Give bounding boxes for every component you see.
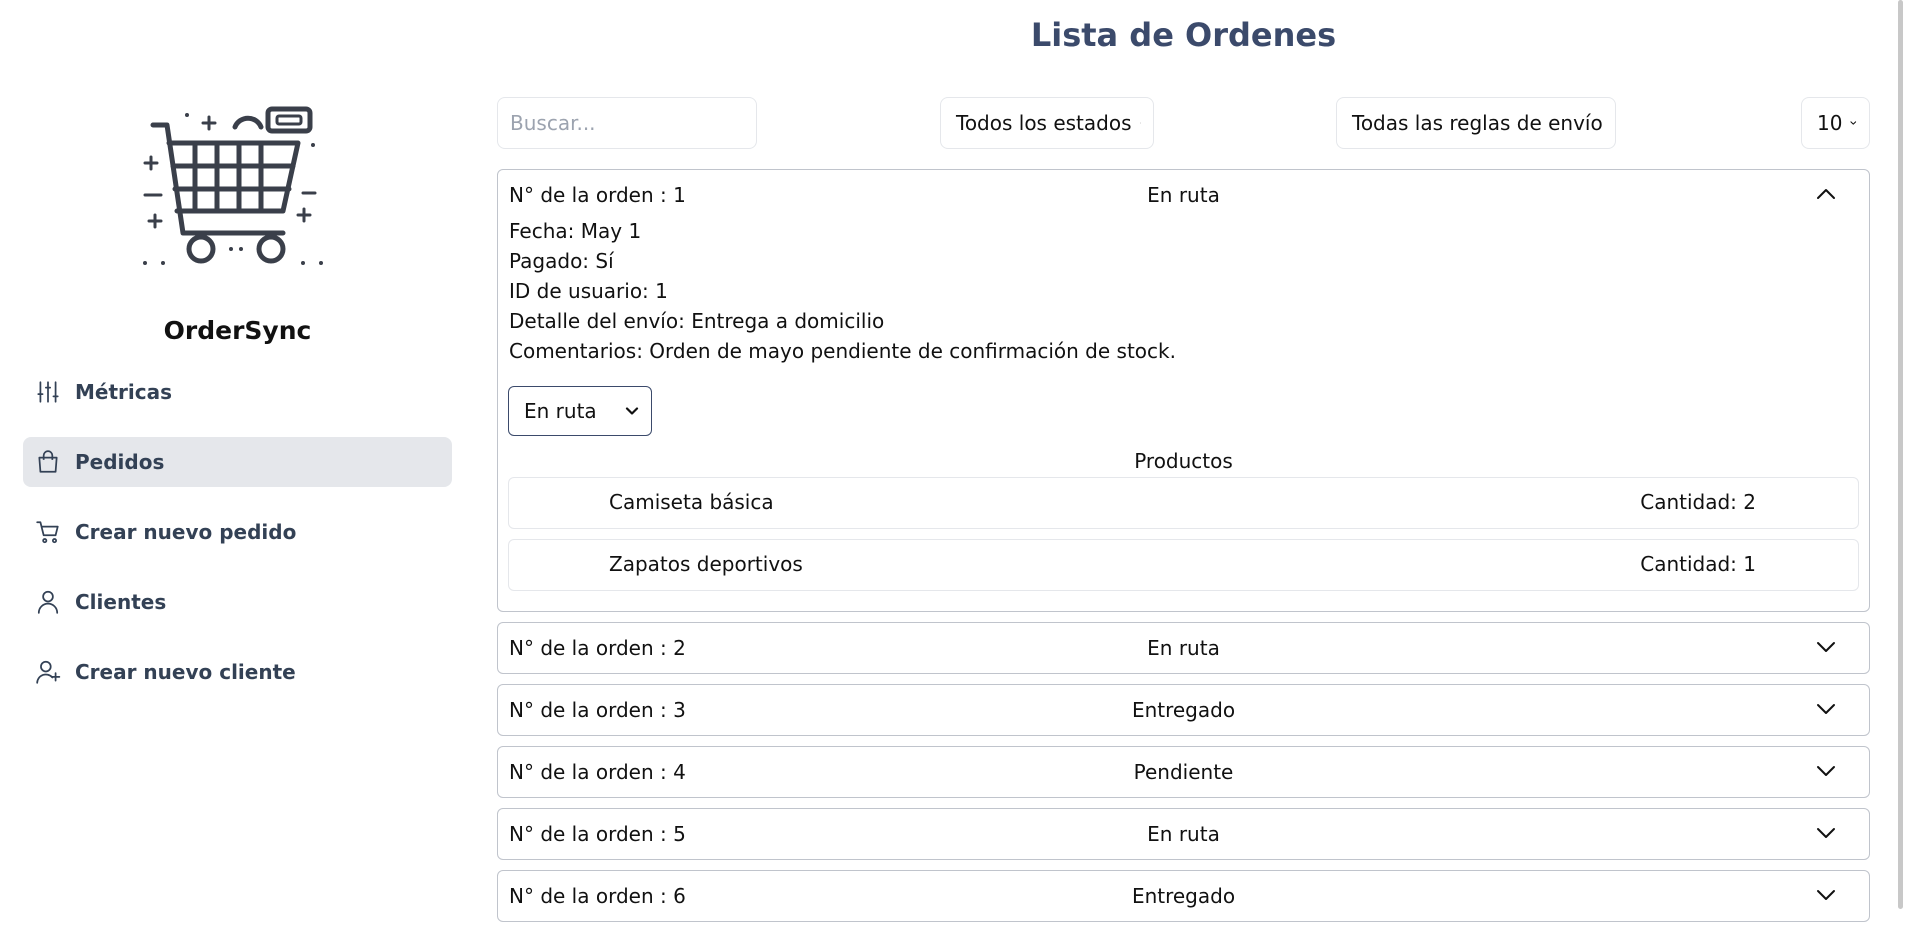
- chevron-down-icon[interactable]: [1815, 887, 1837, 903]
- sidebar-item-clientes[interactable]: Clientes: [23, 577, 452, 627]
- main-content: Lista de Ordenes Todos los estados Todas…: [497, 0, 1870, 922]
- order-card[interactable]: N° de la orden : 5 En ruta: [497, 808, 1870, 860]
- search-input[interactable]: [497, 97, 757, 149]
- order-status-select-value: En ruta: [524, 399, 597, 423]
- shopping-cart-logo-icon: [143, 106, 323, 265]
- order-header[interactable]: N° de la orden : 4 Pendiente: [498, 747, 1869, 797]
- order-status: En ruta: [1147, 183, 1220, 207]
- order-comments: Comentarios: Orden de mayo pendiente de …: [509, 339, 1176, 363]
- order-header[interactable]: N° de la orden : 1 En ruta: [498, 170, 1869, 216]
- sidebar-item-label: Crear nuevo pedido: [75, 520, 297, 544]
- sidebar-item-crear-pedido[interactable]: Crear nuevo pedido: [23, 507, 452, 557]
- page-title: Lista de Ordenes: [1030, 16, 1337, 54]
- order-status: En ruta: [1147, 822, 1220, 846]
- order-card[interactable]: N° de la orden : 4 Pendiente: [497, 746, 1870, 798]
- sliders-icon: [37, 381, 59, 403]
- filters-bar: Todos los estados Todas las reglas de en…: [497, 97, 1870, 149]
- cart-icon: [36, 521, 59, 544]
- order-header[interactable]: N° de la orden : 6 Entregado: [498, 871, 1869, 921]
- page-size-select[interactable]: 10: [1801, 97, 1870, 149]
- chevron-down-icon: [1139, 122, 1141, 124]
- product-quantity: Cantidad: 2: [1640, 490, 1756, 514]
- order-details: Fecha: May 1 Pagado: Sí ID de usuario: 1…: [498, 216, 1869, 366]
- products-list: Camiseta básica Cantidad: 2 Zapatos depo…: [498, 477, 1869, 611]
- sidebar-nav: Métricas Pedidos Crear nuevo pedido Clie…: [23, 367, 452, 717]
- user-icon: [37, 590, 59, 614]
- order-header[interactable]: N° de la orden : 5 En ruta: [498, 809, 1869, 859]
- sidebar-item-label: Pedidos: [75, 450, 165, 474]
- order-date: Fecha: May 1: [509, 219, 642, 243]
- order-status: Entregado: [1131, 698, 1236, 722]
- product-name: Zapatos deportivos: [609, 552, 803, 576]
- status-filter-select[interactable]: Todos los estados: [940, 97, 1154, 149]
- order-paid: Pagado: Sí: [509, 249, 614, 273]
- order-card[interactable]: N° de la orden : 2 En ruta: [497, 622, 1870, 674]
- sidebar-item-metricas[interactable]: Métricas: [23, 367, 452, 417]
- order-status: Pendiente: [1133, 760, 1234, 784]
- order-card-expanded: N° de la orden : 1 En ruta Fecha: May 1 …: [497, 169, 1870, 612]
- shopping-bag-icon: [38, 450, 58, 473]
- orders-list: N° de la orden : 1 En ruta Fecha: May 1 …: [497, 169, 1870, 932]
- products-title: Productos: [1134, 449, 1233, 473]
- chevron-down-icon[interactable]: [1815, 763, 1837, 779]
- order-status: En ruta: [1147, 636, 1220, 660]
- sidebar: OrderSync Métricas Pedidos Crear nuevo p…: [0, 0, 475, 909]
- order-status-select[interactable]: En ruta: [508, 386, 652, 436]
- user-plus-icon: [36, 660, 61, 684]
- page-size-value: 10: [1817, 111, 1843, 135]
- status-filter-value: Todos los estados: [956, 111, 1132, 135]
- order-card[interactable]: N° de la orden : 3 Entregado: [497, 684, 1870, 736]
- chevron-up-icon[interactable]: [1815, 186, 1837, 202]
- order-card[interactable]: N° de la orden : 6 Entregado: [497, 870, 1870, 922]
- order-header[interactable]: N° de la orden : 3 Entregado: [498, 685, 1869, 735]
- sidebar-item-label: Clientes: [75, 590, 167, 614]
- product-row: Camiseta básica Cantidad: 2: [508, 477, 1859, 529]
- chevron-down-icon: [1850, 121, 1857, 125]
- chevron-down-icon: [625, 407, 639, 415]
- order-header[interactable]: N° de la orden : 2 En ruta: [498, 623, 1869, 673]
- scrollbar-thumb[interactable]: [1898, 0, 1903, 909]
- page-scrollbar[interactable]: [1893, 0, 1907, 909]
- product-row: Zapatos deportivos Cantidad: 1: [508, 539, 1859, 591]
- sidebar-item-label: Métricas: [75, 380, 173, 404]
- order-user-id: ID de usuario: 1: [509, 279, 668, 303]
- order-shipping: Detalle del envío: Entrega a domicilio: [509, 309, 885, 333]
- chevron-down-icon[interactable]: [1815, 825, 1837, 841]
- sidebar-item-pedidos[interactable]: Pedidos: [23, 437, 452, 487]
- product-name: Camiseta básica: [609, 490, 774, 514]
- shipping-filter-value: Todas las reglas de envío: [1352, 111, 1603, 135]
- product-quantity: Cantidad: 1: [1640, 552, 1756, 576]
- order-status: Entregado: [1131, 884, 1236, 908]
- shipping-filter-select[interactable]: Todas las reglas de envío: [1336, 97, 1616, 149]
- sidebar-item-label: Crear nuevo cliente: [75, 660, 296, 684]
- chevron-down-icon[interactable]: [1815, 701, 1837, 717]
- sidebar-item-crear-cliente[interactable]: Crear nuevo cliente: [23, 647, 452, 697]
- app-name: OrderSync: [163, 316, 312, 345]
- chevron-down-icon[interactable]: [1815, 639, 1837, 655]
